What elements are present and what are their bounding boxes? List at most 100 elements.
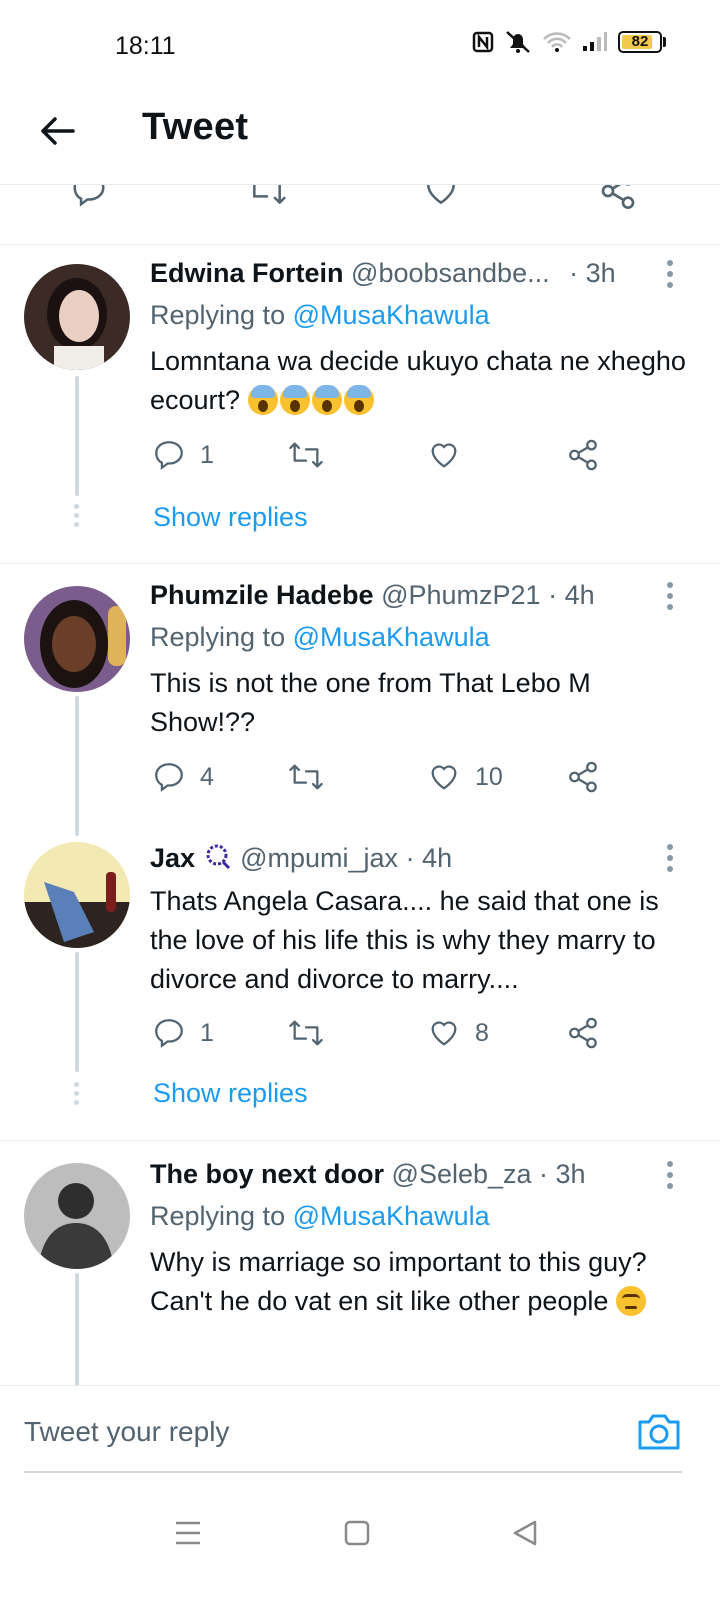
- menu-button[interactable]: [166, 1511, 210, 1555]
- share-button[interactable]: [566, 1016, 600, 1050]
- retweet-button[interactable]: [287, 1016, 325, 1050]
- avatar[interactable]: [24, 586, 130, 692]
- face-with-rolling-eyes-icon: [615, 1286, 646, 1316]
- avatar[interactable]: [24, 1163, 130, 1269]
- camera-button[interactable]: [636, 1412, 682, 1452]
- menu-icon: [176, 1521, 200, 1545]
- retweet-button[interactable]: [287, 438, 325, 472]
- status-bar: 18:11 82: [0, 0, 720, 90]
- square-icon: [344, 1520, 370, 1546]
- replying-to: Replying to @MusaKhawula: [150, 300, 490, 330]
- scream-face-icon: [343, 385, 374, 415]
- reply-text: Lomntana wa decide ukuyo chata ne xhegho…: [150, 346, 686, 415]
- battery-icon: 82: [618, 31, 666, 53]
- share-icon: [569, 439, 597, 471]
- reply-actions: 1: [0, 438, 720, 478]
- reply-composer: Tweet your reply: [0, 1385, 720, 1475]
- like-button[interactable]: [427, 438, 461, 472]
- heart-icon: [431, 1021, 457, 1046]
- share-button[interactable]: [566, 760, 600, 794]
- status-time: 18:11: [115, 32, 176, 60]
- more-options-icon[interactable]: [660, 258, 680, 290]
- share-icon: [601, 185, 635, 209]
- mention-link[interactable]: @MusaKhawula: [293, 1201, 490, 1231]
- reply-text: Thats Angela Casara.... he said that one…: [150, 886, 659, 994]
- author-name[interactable]: Edwina Fortein: [150, 258, 344, 288]
- top-app-bar: Tweet: [0, 90, 720, 185]
- replying-to: Replying to @MusaKhawula: [150, 622, 490, 652]
- share-icon: [569, 761, 597, 793]
- wifi-icon: [543, 32, 571, 52]
- like-button[interactable]: [422, 185, 460, 209]
- share-icon: [569, 1017, 597, 1049]
- back-nav-button[interactable]: [503, 1511, 547, 1555]
- thread-dots: [74, 1082, 80, 1105]
- home-button[interactable]: [335, 1511, 379, 1555]
- show-replies-link[interactable]: Show replies: [153, 502, 308, 533]
- avatar[interactable]: [24, 842, 130, 948]
- heart-icon: [431, 443, 457, 468]
- author-name[interactable]: The boy next door: [150, 1159, 384, 1189]
- thread-line: [75, 376, 79, 496]
- mute-icon: [506, 31, 530, 53]
- replying-to: Replying to @MusaKhawula: [150, 1201, 490, 1231]
- share-button[interactable]: [566, 438, 600, 472]
- reply-icon: [155, 763, 183, 793]
- page-title: Tweet: [142, 106, 249, 148]
- reply-button[interactable]: 1: [152, 438, 214, 472]
- reply-item[interactable]: Edwina Fortein @boobsandbe... · 3h Reply…: [0, 246, 720, 563]
- retweet-button[interactable]: [245, 185, 289, 209]
- prayer-beads-icon: [206, 844, 230, 870]
- signal-icon: [583, 32, 607, 51]
- reply-actions: 4 10: [0, 760, 720, 800]
- reply-meta: The boy next door @Seleb_za · 3h: [150, 1159, 586, 1190]
- like-button[interactable]: 10: [427, 760, 503, 794]
- scream-face-icon: [311, 385, 342, 415]
- reply-time: · 3h: [569, 258, 616, 288]
- reply-icon: [73, 185, 105, 207]
- author-name[interactable]: Jax: [150, 843, 195, 873]
- share-button[interactable]: [598, 185, 638, 211]
- thread-dots: [74, 504, 80, 527]
- reply-time: · 4h: [548, 580, 595, 610]
- show-replies-link[interactable]: Show replies: [153, 1078, 308, 1109]
- reply-meta: Edwina Fortein @boobsandbe... · 3h: [150, 258, 616, 289]
- more-options-icon[interactable]: [660, 1159, 680, 1191]
- retweet-icon: [289, 1020, 323, 1046]
- reply-item[interactable]: The boy next door @Seleb_za · 3h Replyin…: [0, 1141, 720, 1408]
- reply-button[interactable]: [70, 185, 108, 209]
- author-name[interactable]: Phumzile Hadebe: [150, 580, 374, 610]
- reply-item[interactable]: Phumzile Hadebe @PhumzP21 · 4h Replying …: [0, 564, 720, 836]
- retweet-icon: [289, 442, 323, 468]
- author-handle[interactable]: @Seleb_za: [392, 1159, 532, 1189]
- more-options-icon[interactable]: [660, 842, 680, 874]
- scream-face-icon: [247, 385, 278, 415]
- retweet-icon: [289, 764, 323, 790]
- battery-level: 82: [631, 33, 649, 50]
- reply-time: · 3h: [539, 1159, 586, 1189]
- reply-button[interactable]: 1: [152, 1016, 214, 1050]
- like-count: 10: [475, 762, 503, 791]
- retweet-button[interactable]: [287, 760, 325, 794]
- reply-icon: [155, 1019, 183, 1049]
- triangle-back-icon: [513, 1520, 537, 1546]
- reply-time: · 4h: [405, 843, 453, 873]
- author-handle[interactable]: @mpumi_jax: [240, 843, 398, 873]
- mention-link[interactable]: @MusaKhawula: [293, 300, 490, 330]
- tweet-reply-input[interactable]: Tweet your reply: [24, 1416, 229, 1448]
- status-icons: 82: [472, 30, 666, 54]
- avatar[interactable]: [24, 264, 130, 370]
- reply-count: 1: [200, 1018, 214, 1047]
- reply-item[interactable]: Jax @mpumi_jax · 4h Thats Angela Casara.…: [0, 822, 720, 1140]
- reply-actions: 1 8: [0, 1016, 720, 1056]
- more-options-icon[interactable]: [660, 580, 680, 612]
- mention-link[interactable]: @MusaKhawula: [293, 622, 490, 652]
- heart-icon: [427, 185, 455, 205]
- author-handle[interactable]: @boobsandbe...: [351, 258, 550, 288]
- reply-count: 4: [200, 762, 214, 791]
- like-button[interactable]: 8: [427, 1016, 489, 1050]
- back-button[interactable]: [34, 108, 80, 154]
- author-handle[interactable]: @PhumzP21: [381, 580, 540, 610]
- reply-button[interactable]: 4: [152, 760, 214, 794]
- composer-underline: [24, 1471, 682, 1473]
